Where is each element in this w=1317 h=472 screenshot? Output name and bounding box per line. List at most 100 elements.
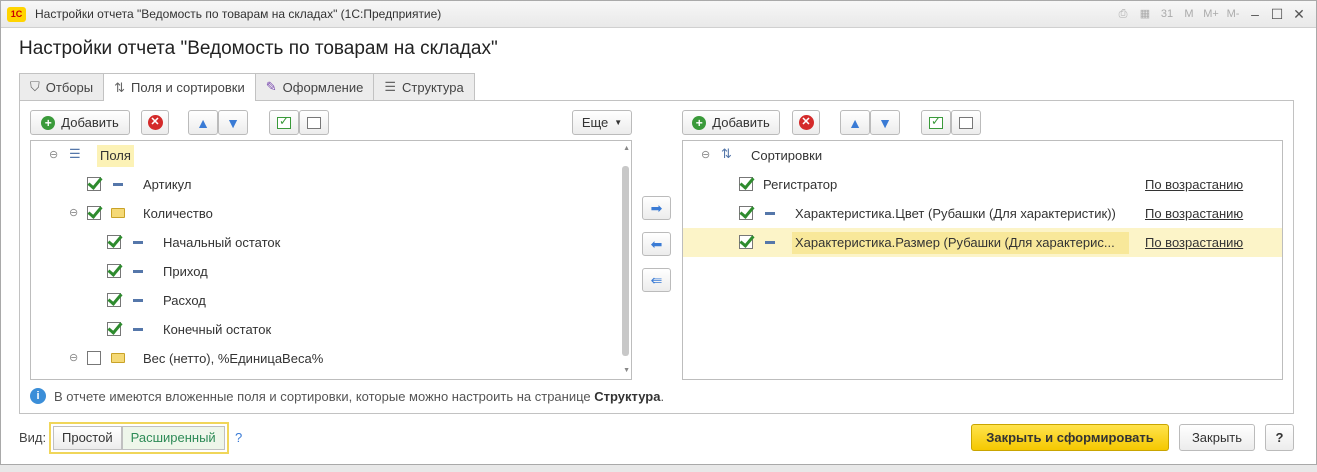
close-and-run-button[interactable]: Закрыть и сформировать (971, 424, 1169, 451)
close-button[interactable]: Закрыть (1179, 424, 1255, 451)
remove-all-from-sort-button[interactable]: ⇚ (642, 268, 671, 292)
checkbox[interactable] (107, 235, 121, 249)
checkbox[interactable] (739, 206, 753, 220)
window-title: Настройки отчета "Ведомость по товарам н… (35, 7, 442, 21)
sort-move-down-button[interactable]: ▼ (870, 110, 900, 135)
tree-row[interactable]: ⊖ Количество (31, 199, 631, 228)
tree-row[interactable]: Конечный остаток (31, 315, 631, 344)
field-icon (133, 328, 143, 331)
delete-sort-button[interactable]: ✕ (792, 110, 820, 135)
memory-minus-button[interactable]: M- (1224, 5, 1242, 23)
collapse-icon[interactable]: ⊖ (701, 148, 710, 161)
add-field-button[interactable]: + Добавить (30, 110, 130, 135)
uncheck-all-icon (959, 116, 973, 129)
more-button[interactable]: Еще ▼ (572, 110, 632, 135)
structure-link[interactable]: Структура (594, 389, 660, 404)
fields-sort-panel: + Добавить ✕ ▲ ▼ Еще ▼ ⊖ ☰ Поля (19, 100, 1294, 414)
sort-direction-link[interactable]: По возрастанию (1145, 235, 1243, 250)
sort-field-label: Регистратор (763, 177, 838, 192)
checkbox[interactable] (739, 235, 753, 249)
uncheck-all-button[interactable] (299, 110, 329, 135)
tree-row-root[interactable]: ⊖ ☰ Поля (31, 141, 631, 170)
view-help-link[interactable]: ? (235, 430, 242, 445)
arrow-left-icon: ⬅ (650, 236, 663, 252)
delete-icon: ✕ (798, 115, 814, 130)
delete-field-button[interactable]: ✕ (141, 110, 169, 135)
tab-design[interactable]: ✎ Оформление (254, 73, 375, 100)
checkbox[interactable] (107, 322, 121, 336)
tree-row[interactable]: Приход (31, 257, 631, 286)
fields-sort-icon: ⇅ (114, 79, 125, 95)
uncheck-all-icon (307, 116, 321, 129)
checkbox[interactable] (87, 206, 101, 220)
help-button[interactable]: ? (1265, 424, 1294, 451)
field-icon (133, 241, 143, 244)
extended-mode-button[interactable]: Расширенный (121, 426, 225, 450)
simple-mode-button[interactable]: Простой (53, 426, 122, 450)
vertical-scrollbar[interactable] (622, 166, 629, 356)
tree-row[interactable]: Начальный остаток (31, 228, 631, 257)
form-title: Настройки отчета "Ведомость по товарам н… (19, 38, 498, 59)
sort-uncheck-all-button[interactable] (951, 110, 981, 135)
memory-m-button[interactable]: M (1180, 5, 1198, 23)
sort-icon: ⇅ (721, 146, 732, 161)
checkbox[interactable] (87, 177, 101, 191)
tab-bar: ⛉ Отборы ⇅ Поля и сортировки ✎ Оформлени… (19, 73, 475, 101)
tab-label: Структура (402, 79, 464, 95)
tree-row[interactable]: Артикул (31, 170, 631, 199)
close-icon[interactable]: ✕ (1290, 5, 1308, 23)
fields-tree[interactable]: ⊖ ☰ Поля Артикул ⊖ Количество Начальный … (30, 140, 632, 380)
add-sort-button[interactable]: + Добавить (682, 110, 780, 135)
view-mode-switch: Простой Расширенный (49, 422, 229, 454)
calendar-31-icon[interactable]: 31 (1158, 5, 1176, 23)
checkbox[interactable] (107, 293, 121, 307)
field-icon (133, 299, 143, 302)
sort-check-all-button[interactable] (921, 110, 951, 135)
sort-move-up-button[interactable]: ▲ (840, 110, 870, 135)
move-down-button[interactable]: ▼ (218, 110, 248, 135)
tree-row[interactable]: Расход (31, 286, 631, 315)
expand-icon[interactable]: ⊖ (69, 351, 78, 364)
scroll-down-icon[interactable]: ▼ (623, 367, 630, 374)
memory-plus-button[interactable]: M+ (1202, 5, 1220, 23)
info-line: i В отчете имеются вложенные поля и сорт… (30, 388, 664, 404)
sort-row-selected[interactable]: Характеристика.Размер (Рубашки (Для хара… (683, 228, 1282, 257)
brush-icon: ✎ (265, 79, 277, 94)
collapse-icon[interactable]: ⊖ (49, 148, 58, 161)
calendar-icon[interactable]: ▦ (1136, 5, 1154, 23)
structure-icon: ☰ (384, 79, 397, 94)
arrow-up-icon: ▲ (196, 114, 210, 131)
checkbox[interactable] (107, 264, 121, 278)
info-end: . (660, 388, 665, 404)
scroll-up-icon[interactable]: ▲ (623, 145, 630, 152)
tab-filters[interactable]: ⛉ Отборы (19, 73, 105, 100)
sort-row[interactable]: Регистратор По возрастанию (683, 170, 1282, 199)
checkbox[interactable] (87, 351, 101, 365)
sort-direction-link[interactable]: По возрастанию (1145, 206, 1243, 221)
filter-icon: ⛉ (30, 79, 40, 94)
info-text: В отчете имеются вложенные поля и сортир… (54, 389, 664, 404)
close-label: Закрыть (1191, 430, 1243, 445)
tab-structure[interactable]: ☰ Структура (373, 73, 475, 100)
tree-row-root[interactable]: ⊖ ⇅ Сортировки (683, 141, 1282, 170)
field-icon (765, 212, 775, 215)
view-mode-label: Вид: (19, 430, 47, 445)
app-logo: 1С (7, 7, 26, 22)
collapse-icon[interactable]: ⊖ (69, 206, 78, 219)
add-to-sort-button[interactable]: ➡ (642, 196, 671, 220)
field-label: Приход (163, 264, 208, 279)
check-all-button[interactable] (269, 110, 299, 135)
sort-direction-link[interactable]: По возрастанию (1145, 177, 1243, 192)
move-up-button[interactable]: ▲ (188, 110, 218, 135)
title-bar: 1С Настройки отчета "Ведомость по товара… (1, 1, 1316, 28)
minimize-icon[interactable]: – (1246, 5, 1264, 23)
tab-fields-sort[interactable]: ⇅ Поля и сортировки (103, 73, 256, 101)
remove-from-sort-button[interactable]: ⬅ (642, 232, 671, 256)
checkbox[interactable] (739, 177, 753, 191)
tree-row[interactable]: ⊖ Вес (нетто), %ЕдиницаВеса% (31, 344, 631, 373)
arrow-up-icon: ▲ (848, 114, 862, 131)
print-icon[interactable]: ⎙ (1114, 5, 1132, 23)
maximize-icon[interactable]: ☐ (1268, 5, 1286, 23)
sort-tree[interactable]: ⊖ ⇅ Сортировки Регистратор По возрастани… (682, 140, 1283, 380)
sort-row[interactable]: Характеристика.Цвет (Рубашки (Для характ… (683, 199, 1282, 228)
